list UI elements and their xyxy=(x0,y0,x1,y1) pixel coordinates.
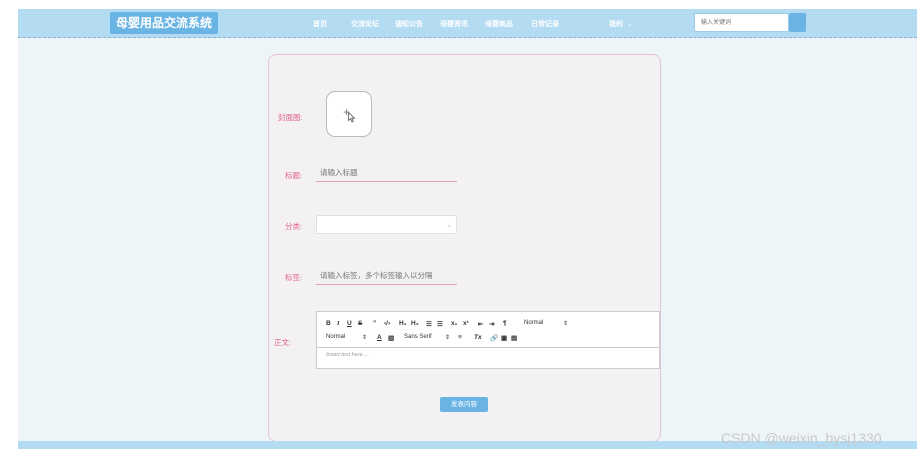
site-logo[interactable]: 母婴用品交流系统 xyxy=(110,12,219,34)
user-menu-label: 我的 xyxy=(609,20,623,28)
user-menu[interactable]: 我的 ⌄ xyxy=(609,9,633,38)
blockquote-icon[interactable]: ” xyxy=(373,320,376,327)
chevron-down-icon: ⌄ xyxy=(446,223,452,229)
align-icon[interactable]: ≡ xyxy=(458,334,462,341)
category-select[interactable]: ⌄ xyxy=(316,215,457,234)
nav-item-daily-records[interactable]: 日常记录 xyxy=(531,9,559,38)
strike-icon[interactable]: S xyxy=(358,320,362,327)
cover-label: 封面图: xyxy=(278,113,303,122)
heading-2-icon[interactable]: H₂ xyxy=(411,320,419,327)
title-label: 标题: xyxy=(285,171,303,180)
top-navigation-bar: 母婴用品交流系统 首页 交流论坛 通知公告 母婴资讯 母婴商品 日常记录 我的 … xyxy=(18,9,917,38)
size-select-arrows-icon: ⇕ xyxy=(362,335,368,341)
nav-label: 首页 xyxy=(313,20,327,28)
text-direction-icon[interactable]: ¶ xyxy=(503,320,507,327)
screenshot-frame: 母婴用品交流系统 首页 交流论坛 通知公告 母婴资讯 母婴商品 日常记录 我的 … xyxy=(0,0,922,455)
nav-item-products[interactable]: 母婴商品 xyxy=(485,9,513,38)
editor-content-area[interactable]: Insert text here ... xyxy=(326,352,369,358)
nav-item-home[interactable]: 首页 xyxy=(313,9,327,38)
submit-button[interactable]: 发表内容 xyxy=(440,397,488,412)
nav-item-forum[interactable]: 交流论坛 xyxy=(351,9,379,38)
nav-label: 交流论坛 xyxy=(351,20,379,28)
header-select[interactable]: Normal xyxy=(524,320,543,326)
subscript-icon[interactable]: x₁ xyxy=(451,320,457,327)
post-form-card: 封面图: + 标题: 分类: ⌄ 标签: 正文: B I U xyxy=(268,54,661,442)
video-icon[interactable]: ▤ xyxy=(511,334,517,342)
nav-label: 母婴商品 xyxy=(485,20,513,28)
app-window: 母婴用品交流系统 首页 交流论坛 通知公告 母婴资讯 母婴商品 日常记录 我的 … xyxy=(18,9,917,449)
superscript-icon[interactable]: x¹ xyxy=(463,320,469,327)
tags-label: 标签: xyxy=(285,273,303,282)
clear-format-icon[interactable]: Tx xyxy=(474,334,482,341)
heading-1-icon[interactable]: H₁ xyxy=(399,320,406,327)
nav-label: 日常记录 xyxy=(531,20,559,28)
tags-input[interactable] xyxy=(316,267,457,285)
ordered-list-icon[interactable]: ☰ xyxy=(426,320,432,328)
indent-icon[interactable]: ⇥ xyxy=(489,320,494,328)
link-icon[interactable]: 🔗 xyxy=(490,334,498,342)
mouse-cursor-icon xyxy=(348,112,356,123)
rich-text-editor: B I U S ” ‹/› H₁ H₂ ☰ ☰ x₁ x¹ ⇤ ⇥ ¶ Norm… xyxy=(316,311,660,369)
size-select[interactable]: Normal xyxy=(326,334,345,340)
nav-label: 通知公告 xyxy=(395,20,423,28)
search-button[interactable] xyxy=(789,13,806,32)
nav-item-notices[interactable]: 通知公告 xyxy=(395,9,423,38)
content-label: 正文: xyxy=(274,338,292,347)
search-input[interactable] xyxy=(694,13,789,32)
header-select-arrows-icon: ⇕ xyxy=(563,321,569,327)
code-block-icon[interactable]: ‹/› xyxy=(384,320,390,327)
italic-icon[interactable]: I xyxy=(337,320,340,327)
background-color-icon[interactable]: ▧ xyxy=(388,334,394,342)
underline-icon[interactable]: U xyxy=(347,320,352,327)
title-input[interactable] xyxy=(316,164,457,182)
category-label: 分类: xyxy=(285,222,303,231)
cover-upload[interactable]: + xyxy=(326,91,372,137)
text-color-icon[interactable]: A xyxy=(377,334,382,341)
outdent-icon[interactable]: ⇤ xyxy=(478,320,483,328)
bold-icon[interactable]: B xyxy=(326,320,331,327)
image-icon[interactable]: ▣ xyxy=(501,334,507,342)
nav-label: 母婴资讯 xyxy=(440,20,468,28)
chevron-down-icon: ⌄ xyxy=(627,20,633,28)
editor-toolbar: B I U S ” ‹/› H₁ H₂ ☰ ☰ x₁ x¹ ⇤ ⇥ ¶ Norm… xyxy=(317,312,659,348)
font-select-arrows-icon: ⇕ xyxy=(445,335,451,341)
nav-item-news[interactable]: 母婴资讯 xyxy=(440,9,468,38)
watermark: CSDN @weixin_bysj1330 xyxy=(721,430,882,446)
font-select[interactable]: Sans Serif xyxy=(404,334,432,340)
bullet-list-icon[interactable]: ☰ xyxy=(437,320,443,328)
